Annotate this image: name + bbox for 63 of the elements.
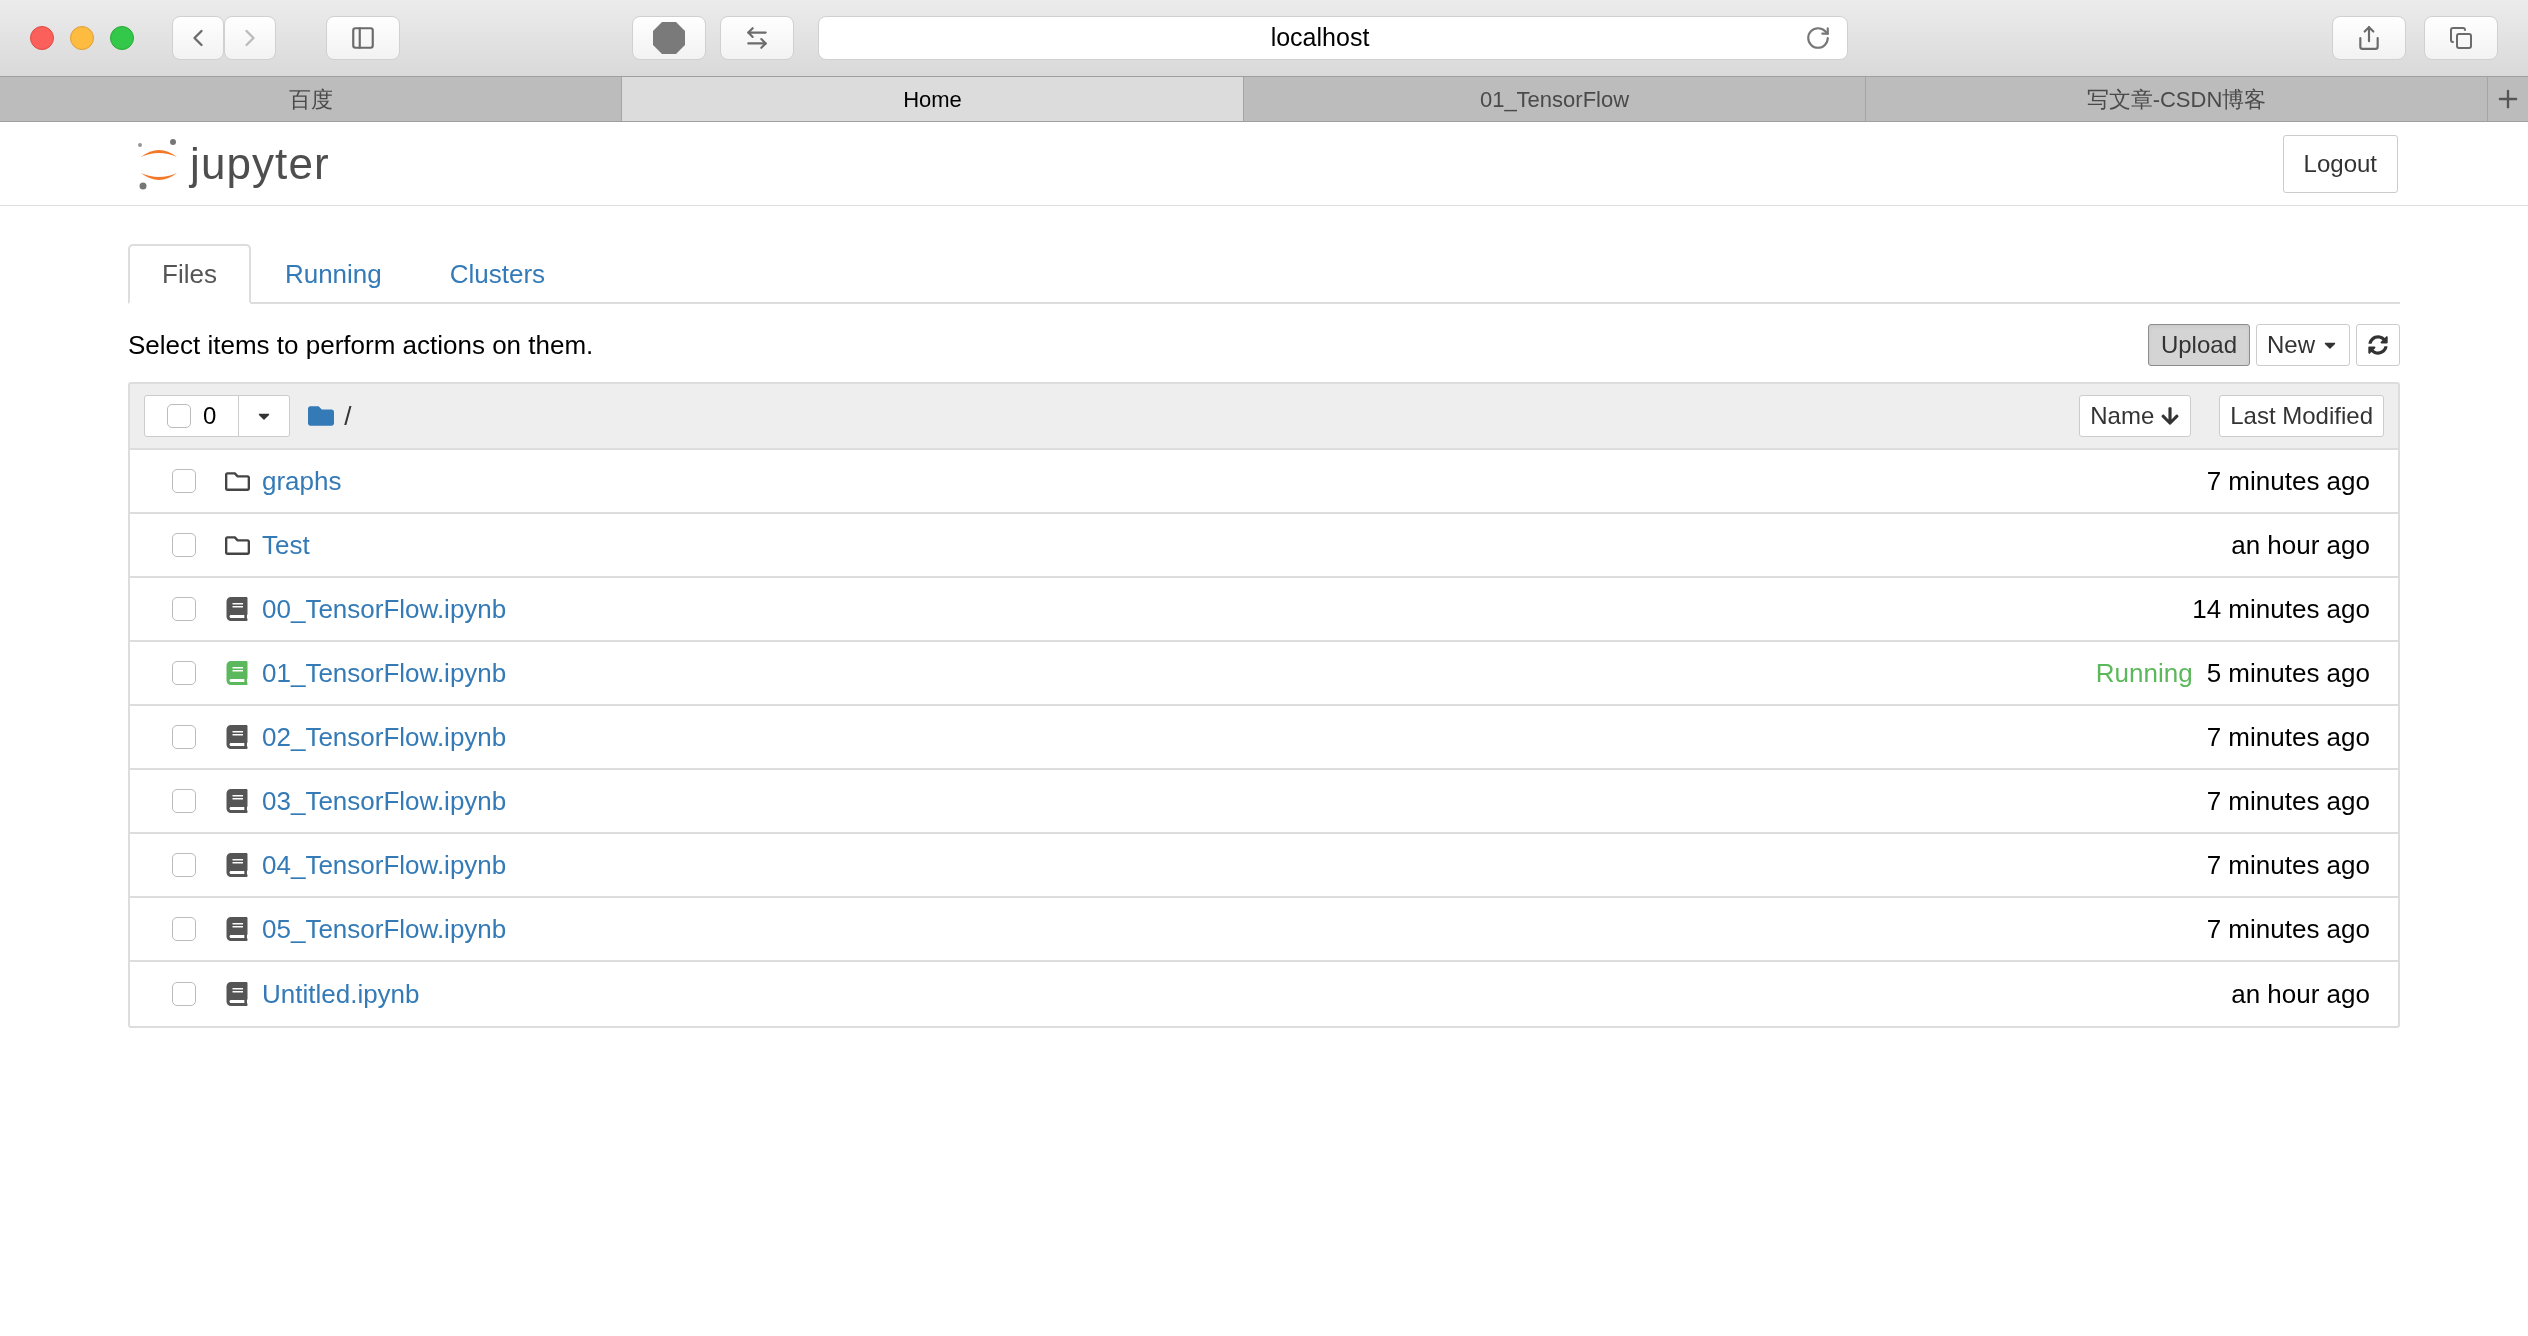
tab[interactable]: Files bbox=[128, 244, 251, 304]
arrow-down-icon bbox=[2160, 406, 2181, 426]
checkbox[interactable] bbox=[172, 917, 196, 941]
checkbox[interactable] bbox=[172, 469, 196, 493]
selected-count: 0 bbox=[203, 401, 217, 431]
file-link[interactable]: 01_TensorFlow.ipynb bbox=[262, 653, 507, 693]
close-window-icon[interactable] bbox=[30, 26, 54, 50]
modified-time: 7 minutes ago bbox=[2206, 848, 2370, 882]
checkbox[interactable] bbox=[172, 661, 196, 685]
checkbox[interactable] bbox=[172, 982, 196, 1006]
stop-sign-icon bbox=[652, 21, 686, 55]
checkbox[interactable] bbox=[172, 597, 196, 621]
adblock-button[interactable] bbox=[632, 16, 706, 60]
instructions-text: Select items to perform actions on them. bbox=[128, 328, 594, 362]
sort-name-button[interactable]: Name bbox=[2079, 395, 2192, 437]
modified-time: 7 minutes ago bbox=[2206, 784, 2370, 818]
tab[interactable]: Running bbox=[250, 244, 416, 304]
browser-tab[interactable]: Home bbox=[622, 77, 1244, 121]
sidebar-button[interactable] bbox=[326, 16, 400, 60]
reader-button[interactable] bbox=[720, 16, 794, 60]
zoom-window-icon[interactable] bbox=[110, 26, 134, 50]
modified-time: 5 minutes ago bbox=[2206, 656, 2370, 690]
back-button[interactable] bbox=[172, 16, 224, 60]
running-status: Running bbox=[2095, 656, 2193, 690]
address-bar[interactable]: localhost bbox=[818, 16, 1848, 60]
minimize-window-icon[interactable] bbox=[70, 26, 94, 50]
modified-time: an hour ago bbox=[2231, 528, 2370, 562]
forward-button[interactable] bbox=[224, 16, 276, 60]
sidebar-icon bbox=[350, 25, 376, 51]
checkbox[interactable] bbox=[172, 789, 196, 813]
file-link[interactable]: 00_TensorFlow.ipynb bbox=[262, 589, 507, 629]
overlapping-squares-icon bbox=[2449, 26, 2473, 50]
file-link[interactable]: graphs bbox=[262, 461, 342, 501]
share-icon bbox=[2356, 25, 2382, 51]
tabs-overview-button[interactable] bbox=[2424, 16, 2498, 60]
share-button[interactable] bbox=[2332, 16, 2406, 60]
refresh-button[interactable] bbox=[2356, 324, 2400, 366]
modified-time: 7 minutes ago bbox=[2206, 720, 2370, 754]
tab[interactable]: Clusters bbox=[415, 244, 580, 304]
folder-icon[interactable] bbox=[308, 403, 335, 429]
file-link[interactable]: Test bbox=[262, 525, 310, 565]
logout-button[interactable]: Logout bbox=[2282, 134, 2398, 193]
refresh-icon bbox=[2368, 335, 2388, 355]
modified-time: an hour ago bbox=[2231, 977, 2370, 1011]
checkbox[interactable] bbox=[172, 533, 196, 557]
file-link[interactable]: 02_TensorFlow.ipynb bbox=[262, 717, 507, 757]
file-link[interactable]: 03_TensorFlow.ipynb bbox=[262, 781, 507, 821]
checkbox[interactable] bbox=[167, 404, 191, 428]
jupyter-wordmark: jupyter bbox=[190, 137, 330, 190]
swap-arrows-icon bbox=[744, 25, 770, 51]
modified-time: 14 minutes ago bbox=[2192, 592, 2370, 626]
breadcrumb-path[interactable]: / bbox=[344, 396, 352, 436]
modified-time: 7 minutes ago bbox=[2206, 464, 2370, 498]
file-link[interactable]: 05_TensorFlow.ipynb bbox=[262, 909, 507, 949]
file-link[interactable]: Untitled.ipynb bbox=[262, 974, 420, 1014]
sort-modified-button[interactable]: Last Modified bbox=[2219, 395, 2384, 437]
checkbox[interactable] bbox=[172, 853, 196, 877]
modified-time: 7 minutes ago bbox=[2206, 912, 2370, 946]
file-link[interactable]: 04_TensorFlow.ipynb bbox=[262, 845, 507, 885]
new-button[interactable]: New bbox=[2256, 324, 2350, 366]
upload-button[interactable]: Upload bbox=[2147, 324, 2250, 366]
checkbox[interactable] bbox=[172, 725, 196, 749]
reload-icon[interactable] bbox=[1805, 25, 1831, 51]
